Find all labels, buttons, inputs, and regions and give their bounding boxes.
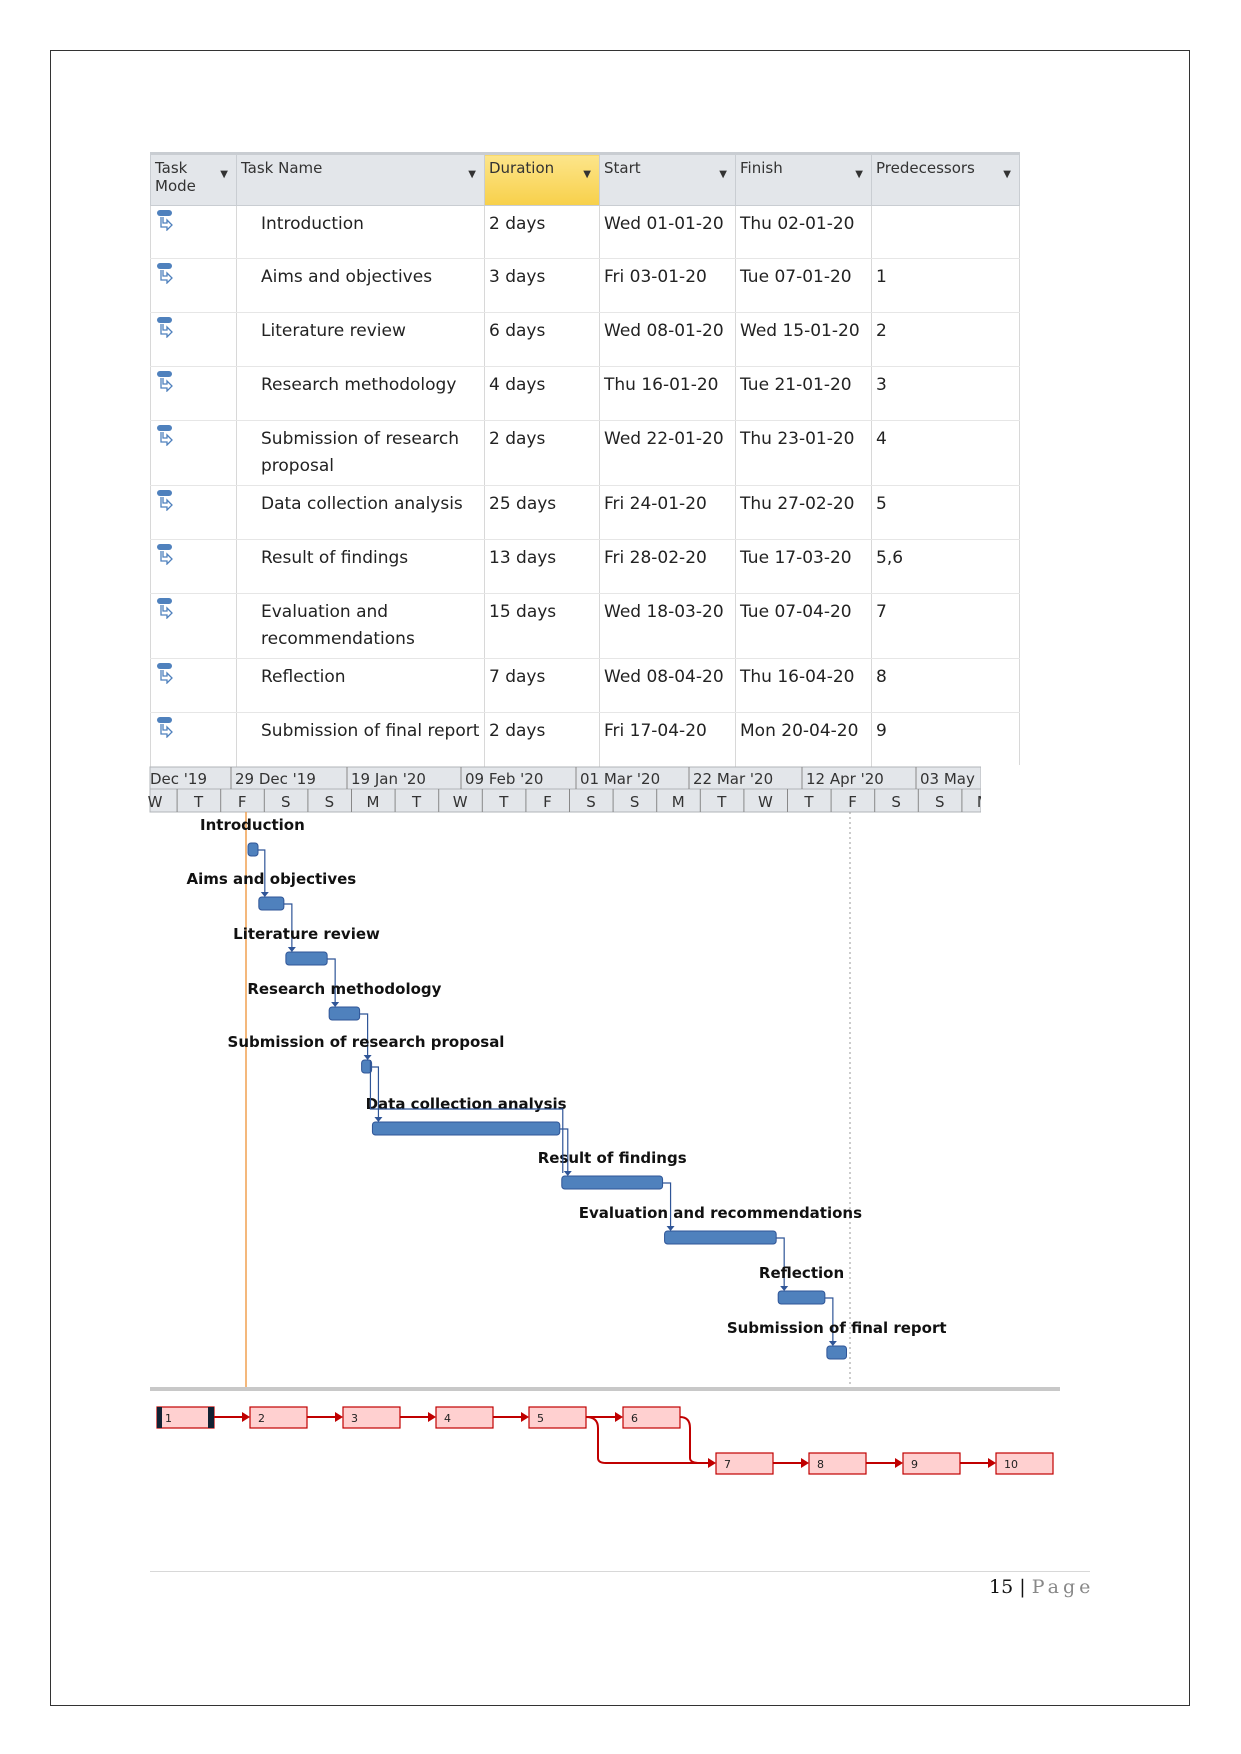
network-arrow-icon (335, 1412, 343, 1422)
gantt-bar-label: Literature review (233, 925, 380, 943)
dependency-arrow-icon (363, 1055, 372, 1060)
gantt-bar (777, 1290, 826, 1305)
network-arrow-icon (895, 1458, 903, 1468)
network-arrow-icon (988, 1458, 996, 1468)
gantt-bar-label: Submission of research proposal (228, 1033, 505, 1051)
network-node-label: 1 (165, 1412, 172, 1425)
network-node-label: 5 (537, 1412, 544, 1425)
timescale-minor-label: S (891, 793, 901, 811)
gantt-bar-label: Result of findings (538, 1149, 687, 1167)
timescale-minor-label: W (453, 793, 468, 811)
network-node-label: 2 (258, 1412, 265, 1425)
gantt-bar-label: Introduction (200, 816, 305, 834)
timescale-major-label: 01 Mar '20 (580, 770, 660, 788)
timescale-major-label: Dec '19 (150, 770, 207, 788)
network-node-label: 3 (351, 1412, 358, 1425)
timescale-minor-label: S (281, 793, 291, 811)
timescale-major-label: 22 Mar '20 (693, 770, 773, 788)
selected-marker (208, 1407, 214, 1428)
timescale-minor-label: S (586, 793, 596, 811)
timescale-minor-label: T (498, 793, 509, 811)
timescale-minor-label: T (411, 793, 422, 811)
dependency-arrow-icon (828, 1341, 837, 1346)
dependency-arrow-icon (563, 1171, 572, 1176)
footer-divider (150, 1571, 1090, 1572)
timescale-major-label: 19 Jan '20 (351, 770, 426, 788)
timescale-major-label: 09 Feb '20 (465, 770, 543, 788)
timescale-major-label: 12 Apr '20 (806, 770, 884, 788)
timescale-minor-label: W (758, 793, 773, 811)
gantt-bar (371, 1121, 561, 1136)
gantt-bar (328, 1006, 361, 1021)
gantt-bar-label: Data collection analysis (366, 1095, 567, 1113)
timescale-minor-label: S (935, 793, 945, 811)
gantt-bar (258, 896, 285, 911)
gantt-bar-label: Research methodology (247, 980, 441, 998)
timescale-major-label: 03 May (920, 770, 975, 788)
network-arrow-icon (428, 1412, 436, 1422)
timescale-minor-label: W (148, 793, 163, 811)
timescale-minor-label: T (193, 793, 204, 811)
network-arrow-icon (242, 1412, 250, 1422)
timescale-minor-label: S (325, 793, 335, 811)
dependency-arrow-icon (666, 1226, 675, 1231)
gantt-and-network-chart: Dec '19 29 Dec '19 19 Jan '20 09 Feb '20 01 … (148, 765, 1060, 1475)
gantt-bar (826, 1345, 848, 1360)
timescale-minor-label: F (543, 793, 552, 811)
timescale-minor-label: T (716, 793, 727, 811)
page-number: 15 (989, 1576, 1014, 1598)
gantt-bar-label: Submission of final report (727, 1319, 947, 1337)
timescale-minor-label: M (672, 793, 685, 811)
network-node-label: 6 (631, 1412, 638, 1425)
gantt-bar-label: Reflection (759, 1264, 844, 1282)
gantt-bar-label: Evaluation and recommendations (579, 1204, 862, 1222)
timescale-major-label: 29 Dec '19 (235, 770, 316, 788)
dependency-arrow-icon (374, 1117, 383, 1122)
gantt-bottom-border (150, 1387, 1060, 1391)
network-node-label: 8 (817, 1458, 824, 1471)
gantt-bar (285, 951, 328, 966)
timescale-minor-label: T (803, 793, 814, 811)
dependency-arrow-icon (287, 947, 296, 952)
network-node-label: 10 (1004, 1458, 1018, 1471)
timescale-minor-label: F (848, 793, 857, 811)
gantt-bar (561, 1175, 664, 1190)
timescale-minor-label: M (367, 793, 380, 811)
dependency-link (369, 1060, 564, 1173)
page-label: Page (1031, 1576, 1095, 1598)
network-arrow-icon (801, 1458, 809, 1468)
timescale-minor-label: S (630, 793, 640, 811)
dependency-arrow-icon (260, 892, 269, 897)
network-arrow-icon (615, 1412, 623, 1422)
network-node-label: 4 (444, 1412, 451, 1425)
gantt-bar (247, 842, 259, 857)
document-page: Task Mode ▼ Task Name ▼ Duration ▼ Start ▼ F… (0, 0, 1241, 1754)
footer-separator: | (1019, 1576, 1026, 1598)
gantt-bar (664, 1230, 777, 1245)
timescale-minor-label: F (238, 793, 247, 811)
dependency-arrow-icon (780, 1286, 789, 1291)
dependency-arrow-icon (331, 1002, 340, 1007)
network-node-label: 7 (724, 1458, 731, 1471)
page-footer: 15 | Page (989, 1576, 1094, 1598)
gantt-bar-label: Aims and objectives (186, 870, 356, 888)
network-link (679, 1416, 701, 1464)
network-arrow-icon (521, 1412, 529, 1422)
timescale-clip (981, 765, 1021, 815)
network-arrow-icon (708, 1458, 716, 1468)
network-node-label: 9 (911, 1458, 918, 1471)
selected-marker (157, 1407, 162, 1428)
